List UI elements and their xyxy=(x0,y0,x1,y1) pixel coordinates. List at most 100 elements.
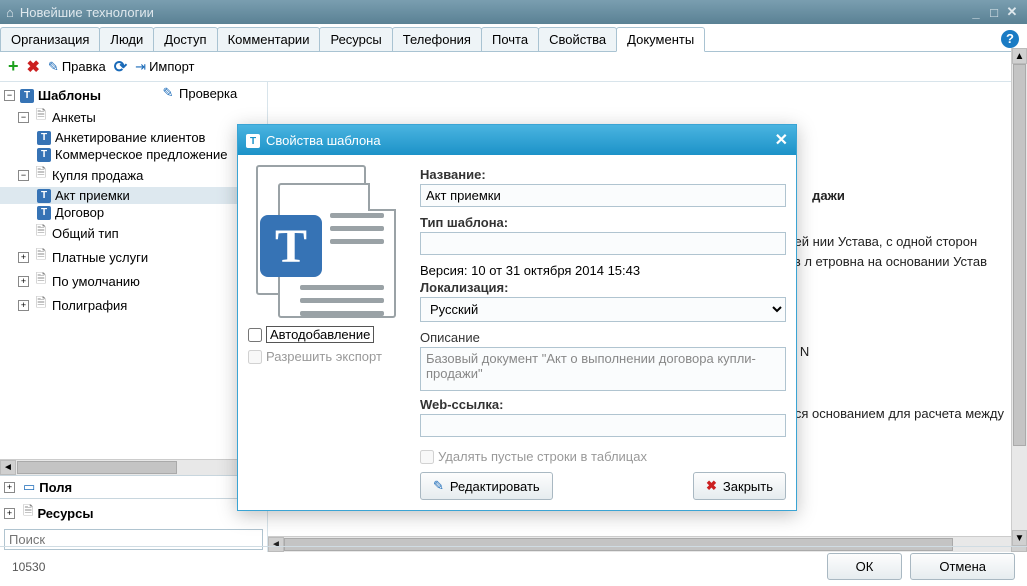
scroll-up-icon[interactable]: ▲ xyxy=(1012,48,1027,64)
scroll-thumb[interactable] xyxy=(1013,64,1026,446)
close-button-label: Закрыть xyxy=(723,479,773,494)
tree-node-ankety[interactable]: − 🗎 Анкеты xyxy=(0,105,267,129)
tab-mail[interactable]: Почта xyxy=(481,27,539,51)
template-properties-dialog: T Свойства шаблона ✕ T Автодобавление Ра… xyxy=(237,124,797,511)
scroll-left-icon[interactable]: ◄ xyxy=(0,460,16,475)
tree-leaf[interactable]: T Коммерческое предложение xyxy=(0,146,267,163)
tab-comments[interactable]: Комментарии xyxy=(217,27,321,51)
collapse-icon[interactable]: − xyxy=(18,170,29,181)
weblink-input[interactable] xyxy=(420,414,786,437)
tree-label: Анкеты xyxy=(52,110,96,125)
delete-empty-rows-checkbox xyxy=(420,450,434,464)
collapse-icon[interactable]: − xyxy=(18,112,29,123)
expand-icon[interactable]: + xyxy=(4,508,15,519)
templates-header: Шаблоны xyxy=(38,88,101,103)
delete-empty-rows-label: Удалять пустые строки в таблицах xyxy=(438,449,647,464)
scroll-thumb[interactable] xyxy=(17,461,177,474)
type-input[interactable] xyxy=(420,232,786,255)
autoadd-checkbox[interactable] xyxy=(248,328,262,342)
cancel-button[interactable]: Отмена xyxy=(910,553,1015,580)
description-textarea[interactable]: Базовый документ "Акт о выполнении догов… xyxy=(420,347,786,391)
window-title: Новейшие технологии xyxy=(20,5,154,20)
template-icon: T xyxy=(36,206,52,220)
ok-button[interactable]: ОК xyxy=(827,553,903,580)
close-dialog-button[interactable]: ✖ Закрыть xyxy=(693,472,786,500)
document-icon: 🗎 xyxy=(33,106,49,128)
resources-panel[interactable]: + 🗎 Ресурсы xyxy=(0,498,267,527)
name-label: Название: xyxy=(420,167,786,182)
status-text: 10530 xyxy=(12,560,45,574)
delete-button[interactable]: ✖ xyxy=(27,57,40,77)
tab-telephony[interactable]: Телефония xyxy=(392,27,482,51)
import-button[interactable]: ⇥ Импорт xyxy=(135,59,194,75)
description-label: Описание xyxy=(420,330,786,345)
close-window-button[interactable]: ✕ xyxy=(1003,4,1021,20)
tree-node[interactable]: 🗎 Общий тип xyxy=(0,221,267,245)
template-icon: T xyxy=(36,189,52,203)
tab-people[interactable]: Люди xyxy=(99,27,154,51)
tab-resources[interactable]: Ресурсы xyxy=(319,27,392,51)
edit-button-label: Редактировать xyxy=(450,479,540,494)
autoadd-checkbox-row[interactable]: Автодобавление xyxy=(248,326,408,343)
sidebar-hscroll[interactable]: ◄ ► xyxy=(0,459,267,475)
expand-icon[interactable]: + xyxy=(4,482,15,493)
expand-icon[interactable]: + xyxy=(18,252,29,263)
expand-icon[interactable]: + xyxy=(18,300,29,311)
tree-node[interactable]: + 🗎 По умолчанию xyxy=(0,269,267,293)
autoadd-label: Автодобавление xyxy=(266,326,374,343)
edit-button[interactable]: ✎ Правка xyxy=(48,59,106,75)
tree-leaf[interactable]: T Договор xyxy=(0,204,267,221)
dialog-title-icon: T xyxy=(246,132,260,149)
content-vscroll[interactable]: ▲ ▼ xyxy=(1011,48,1027,546)
help-icon[interactable]: ? xyxy=(1001,30,1019,48)
fields-label: Поля xyxy=(39,480,72,495)
edit-template-button[interactable]: ✎ Редактировать xyxy=(420,472,553,500)
tab-organization[interactable]: Организация xyxy=(0,27,100,51)
tree-label: По умолчанию xyxy=(52,274,140,289)
tab-properties[interactable]: Свойства xyxy=(538,27,617,51)
document-icon: 🗎 xyxy=(33,294,49,316)
footer-bar: 10530 ОК Отмена xyxy=(0,546,1027,586)
tree-leaf[interactable]: T Анкетирование клиентов xyxy=(0,129,267,146)
tree-label: Платные услуги xyxy=(52,250,148,265)
allow-export-checkbox xyxy=(248,350,262,364)
template-tree: − T Шаблоны ✎ Проверка − 🗎 Анкеты T Анке… xyxy=(0,82,267,459)
tree-leaf-selected[interactable]: T Акт приемки xyxy=(0,187,267,204)
refresh-button[interactable]: ⟳ xyxy=(114,57,127,77)
check-label[interactable]: Проверка xyxy=(179,86,237,101)
minimize-button[interactable]: _ xyxy=(967,5,985,20)
name-input[interactable] xyxy=(420,184,786,207)
dialog-close-button[interactable]: ✕ xyxy=(775,130,788,150)
edit-label: Правка xyxy=(62,59,106,74)
type-label: Тип шаблона: xyxy=(420,215,786,230)
tab-access[interactable]: Доступ xyxy=(153,27,217,51)
scroll-down-icon[interactable]: ▼ xyxy=(1012,530,1027,546)
pencil-icon: ✎ xyxy=(433,478,444,494)
weblink-label: Web-ссылка: xyxy=(420,397,786,412)
home-icon: ⌂ xyxy=(6,5,14,20)
tree-label: Коммерческое предложение xyxy=(55,147,227,162)
template-icon: T xyxy=(36,131,52,145)
locale-select[interactable]: Русский xyxy=(420,297,786,322)
maximize-button[interactable]: □ xyxy=(985,5,1003,20)
template-big-icon: T xyxy=(248,165,398,320)
tree-node[interactable]: + 🗎 Платные услуги xyxy=(0,245,267,269)
fields-panel[interactable]: + ▭ Поля xyxy=(0,475,267,498)
document-icon: 🗎 xyxy=(33,270,49,292)
tab-documents[interactable]: Документы xyxy=(616,27,705,52)
delete-empty-rows-row: Удалять пустые строки в таблицах xyxy=(420,449,786,464)
tree-node[interactable]: + 🗎 Полиграфия xyxy=(0,293,267,317)
resources-label: Ресурсы xyxy=(37,506,93,521)
add-button[interactable]: + xyxy=(8,56,19,77)
document-icon: 🗎 xyxy=(33,222,49,244)
window-titlebar: ⌂ Новейшие технологии _ □ ✕ xyxy=(0,0,1027,24)
expand-icon[interactable]: + xyxy=(18,276,29,287)
fields-icon: ▭ xyxy=(23,479,35,495)
tree-label: Общий тип xyxy=(52,226,119,241)
tree-label: Анкетирование клиентов xyxy=(55,130,205,145)
check-icon: ✎ xyxy=(160,85,176,101)
collapse-icon[interactable]: − xyxy=(4,90,15,101)
tree-label: Договор xyxy=(55,205,104,220)
tree-node-kuplya[interactable]: − 🗎 Купля продажа xyxy=(0,163,267,187)
resources-icon: 🗎 xyxy=(23,502,33,524)
